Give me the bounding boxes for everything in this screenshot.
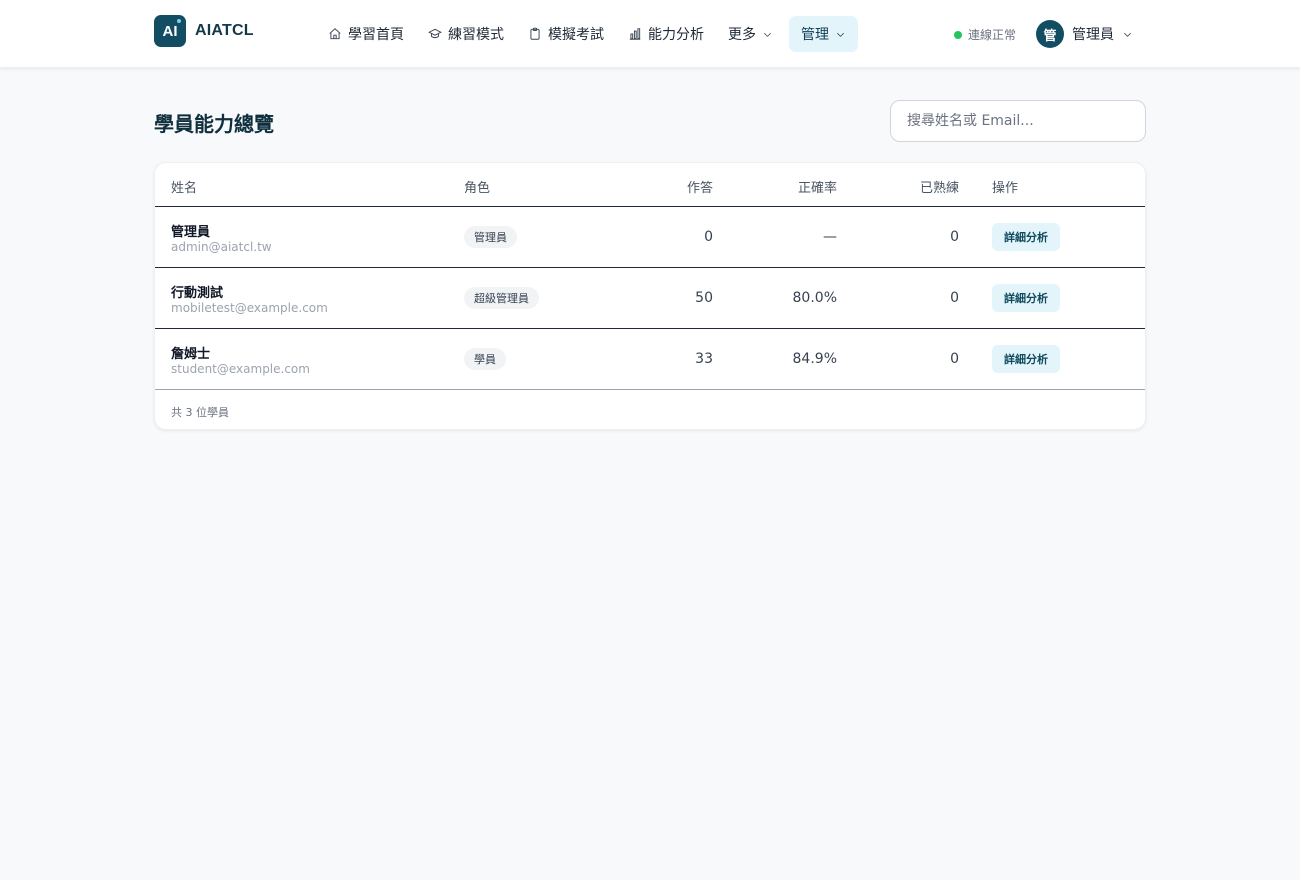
role-badge: 學員	[464, 348, 506, 370]
table-row: 詹姆士 student@example.com 學員 33 84.9% 0 詳細…	[155, 329, 1145, 390]
answered-count: 33	[695, 351, 713, 367]
role-badge: 超級管理員	[464, 287, 539, 309]
connection-status: 連線正常	[954, 26, 1016, 43]
student-name: 行動測試	[171, 286, 224, 301]
chevron-down-icon	[837, 32, 844, 37]
home-icon	[329, 28, 341, 40]
nav-item-more[interactable]: 更多	[716, 16, 785, 52]
brand-logo[interactable]: AI AIATCL	[154, 15, 254, 47]
logo-icon: AI	[154, 15, 186, 47]
graduation-cap-icon	[428, 28, 442, 39]
mastered-count: 0	[950, 229, 959, 245]
answered-count: 0	[704, 229, 713, 245]
logo-spark	[177, 19, 181, 23]
clipboard-icon	[530, 27, 540, 40]
status-label: 連線正常	[968, 28, 1017, 42]
nav-item-label: 更多	[728, 27, 756, 43]
logo-mark-text: AI	[162, 22, 178, 40]
nav-item-mock-exam[interactable]: 模擬考試	[516, 16, 616, 52]
header-action: 操作	[992, 181, 1019, 196]
chevron-down-icon	[764, 32, 771, 37]
nav-item-home[interactable]: 學習首頁	[316, 16, 416, 52]
nav-item-admin[interactable]: 管理	[789, 16, 858, 52]
header-role: 角色	[464, 181, 491, 196]
nav-item-label: 能力分析	[648, 27, 704, 43]
answered-count: 50	[695, 290, 713, 306]
student-name: 管理員	[171, 225, 211, 240]
student-name: 詹姆士	[171, 347, 211, 362]
top-navbar: AI AIATCL 學習首頁 練習模式 模擬考試 能力分析 更多 管理 連線正常…	[0, 0, 1300, 68]
table-row: 行動測試 mobiletest@example.com 超級管理員 50 80.…	[155, 268, 1145, 329]
user-name: 管理員	[1072, 27, 1114, 43]
detail-analysis-button[interactable]: 詳細分析	[992, 345, 1060, 373]
header-name: 姓名	[171, 181, 198, 196]
status-dot-icon	[954, 30, 962, 39]
detail-analysis-button[interactable]: 詳細分析	[992, 223, 1060, 251]
avatar: 管	[1036, 20, 1064, 48]
header-mastered: 已熟練	[919, 181, 959, 196]
accuracy-value: 80.0%	[792, 290, 837, 306]
total-count: 共 3 位學員	[171, 406, 229, 419]
brand-name: AIATCL	[195, 22, 254, 39]
nav-item-practice[interactable]: 練習模式	[416, 16, 516, 52]
mastered-count: 0	[950, 290, 959, 306]
table-row: 管理員 admin@aiatcl.tw 管理員 0 — 0 詳細分析	[155, 207, 1145, 268]
student-email: mobiletest@example.com	[171, 301, 328, 315]
header-accuracy: 正確率	[797, 181, 837, 196]
accuracy-value: —	[823, 229, 837, 245]
nav-item-label: 學習首頁	[348, 27, 404, 43]
nav-item-label: 管理	[801, 27, 829, 43]
main-nav: 學習首頁 練習模式 模擬考試 能力分析 更多 管理	[316, 16, 858, 52]
detail-analysis-button[interactable]: 詳細分析	[992, 284, 1060, 312]
page-title: 學員能力總覽	[154, 112, 274, 136]
nav-item-analysis[interactable]: 能力分析	[616, 16, 716, 52]
chevron-down-icon	[1123, 32, 1132, 37]
header-answered: 作答	[686, 181, 713, 196]
students-table: 姓名 角色 作答 正確率 已熟練 操作 管理員 admin@aiatcl.tw …	[154, 162, 1146, 430]
search-input[interactable]	[890, 100, 1146, 142]
user-menu[interactable]: 管 管理員	[1036, 20, 1133, 48]
mastered-count: 0	[950, 351, 959, 367]
student-email: student@example.com	[171, 362, 310, 376]
nav-item-label: 模擬考試	[548, 27, 604, 43]
role-badge: 管理員	[464, 226, 517, 248]
accuracy-value: 84.9%	[792, 351, 837, 367]
nav-item-label: 練習模式	[448, 27, 504, 43]
student-email: admin@aiatcl.tw	[171, 240, 272, 254]
bar-chart-icon	[629, 28, 641, 40]
table-header: 姓名 角色 作答 正確率 已熟練 操作	[155, 163, 1145, 207]
